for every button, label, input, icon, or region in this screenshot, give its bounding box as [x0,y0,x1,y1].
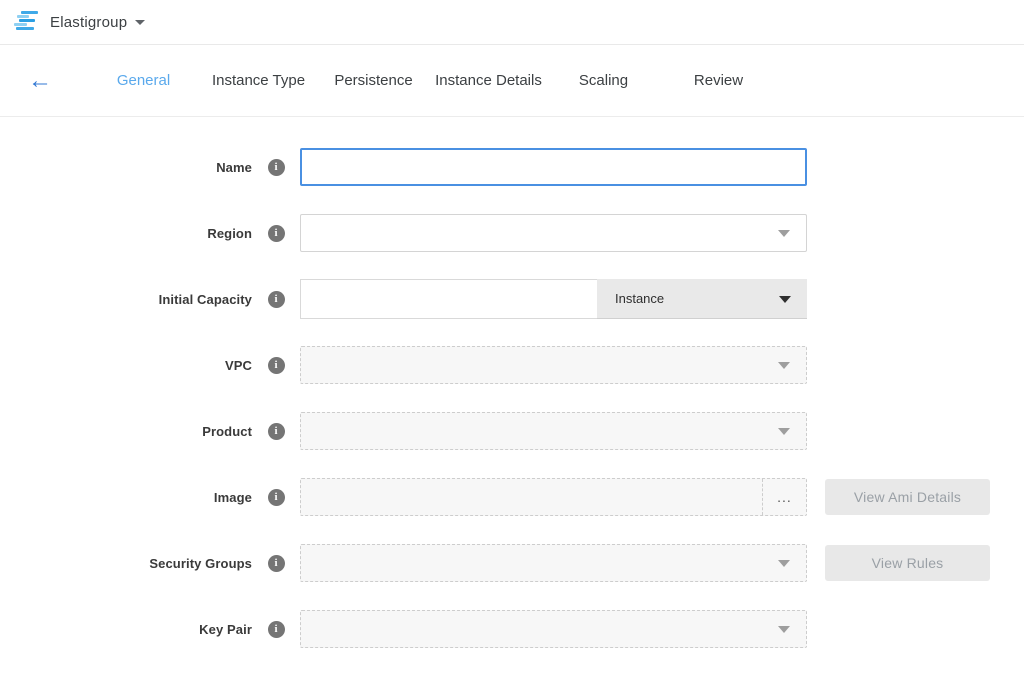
info-icon[interactable]: i [268,555,285,572]
info-icon[interactable]: i [268,423,285,440]
chevron-down-icon[interactable] [135,20,145,25]
elastigroup-logo-icon [14,11,40,33]
initial-capacity-input[interactable] [300,279,597,319]
browse-image-button[interactable]: ... [762,479,806,515]
wizard-tabs: General Instance Type Persistence Instan… [86,62,776,99]
chevron-down-icon [778,362,790,369]
capacity-unit-value: Instance [615,291,664,306]
vpc-label: VPC [0,358,252,373]
info-icon[interactable]: i [268,357,285,374]
region-label: Region [0,226,252,241]
key-pair-label: Key Pair [0,622,252,637]
tab-instance-type[interactable]: Instance Type [201,62,316,99]
wizard-tab-bar: ← General Instance Type Persistence Inst… [0,45,1024,117]
form-row-region: Region i [0,214,1024,252]
info-icon[interactable]: i [268,159,285,176]
info-icon[interactable]: i [268,291,285,308]
back-button[interactable]: ← [20,61,60,101]
tab-instance-details[interactable]: Instance Details [431,62,546,99]
tab-review[interactable]: Review [661,62,776,99]
general-settings-form: Name i Region i Initial Capacity i Insta… [0,117,1024,648]
form-row-vpc: VPC i [0,346,1024,384]
name-label: Name [0,160,252,175]
app-bar: Elastigroup [0,0,1024,45]
image-label: Image [0,490,252,505]
chevron-down-icon [779,296,791,303]
capacity-unit-select[interactable]: Instance [597,279,807,319]
key-pair-select [300,610,807,648]
info-icon[interactable]: i [268,225,285,242]
app-switcher-label[interactable]: Elastigroup [50,14,127,31]
product-select [300,412,807,450]
security-groups-select [300,544,807,582]
form-row-name: Name i [0,148,1024,186]
chevron-down-icon [778,560,790,567]
tab-scaling[interactable]: Scaling [546,62,661,99]
tab-persistence[interactable]: Persistence [316,62,431,99]
view-rules-button[interactable]: View Rules [825,545,990,581]
back-arrow-icon: ← [28,69,52,93]
product-label: Product [0,424,252,439]
form-row-image: Image i ... View Ami Details [0,478,1024,516]
form-row-security-groups: Security Groups i View Rules [0,544,1024,582]
form-row-key-pair: Key Pair i [0,610,1024,648]
vpc-select [300,346,807,384]
chevron-down-icon [778,626,790,633]
form-row-product: Product i [0,412,1024,450]
info-icon[interactable]: i [268,621,285,638]
name-input[interactable] [300,148,807,186]
image-input: ... [300,478,807,516]
chevron-down-icon [778,428,790,435]
info-icon[interactable]: i [268,489,285,506]
region-select[interactable] [300,214,807,252]
security-groups-label: Security Groups [0,556,252,571]
initial-capacity-label: Initial Capacity [0,292,252,307]
view-ami-details-button[interactable]: View Ami Details [825,479,990,515]
chevron-down-icon [778,230,790,237]
tab-general[interactable]: General [86,62,201,99]
form-row-initial-capacity: Initial Capacity i Instance [0,280,1024,318]
